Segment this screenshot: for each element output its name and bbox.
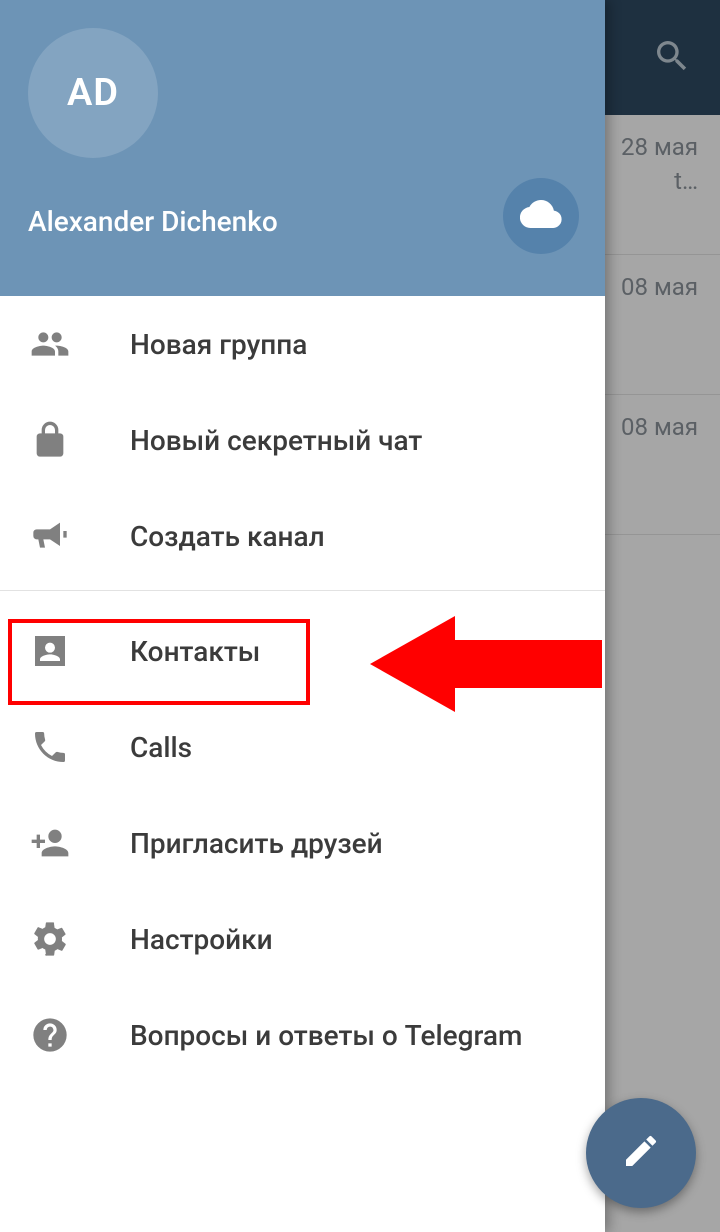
compose-fab[interactable] — [586, 1098, 696, 1208]
contact-icon — [30, 631, 130, 671]
menu-settings[interactable]: Настройки — [0, 891, 605, 987]
gear-icon — [30, 919, 130, 959]
group-icon — [30, 324, 130, 364]
pencil-icon — [621, 1131, 661, 1175]
menu-divider — [0, 590, 605, 591]
navigation-drawer: AD Alexander Dichenko Новая группа Новый… — [0, 0, 605, 1232]
drawer-header: AD Alexander Dichenko — [0, 0, 605, 296]
person-add-icon — [30, 823, 130, 863]
drawer-menu: Новая группа Новый секретный чат Создать… — [0, 296, 605, 1232]
menu-secret-chat[interactable]: Новый секретный чат — [0, 392, 605, 488]
avatar-initials: AD — [67, 71, 119, 115]
menu-label: Создать канал — [130, 520, 325, 553]
menu-label: Пригласить друзей — [130, 827, 383, 860]
lock-icon — [30, 420, 130, 460]
menu-label: Настройки — [130, 923, 273, 956]
menu-contacts[interactable]: Контакты — [0, 603, 605, 699]
menu-new-group[interactable]: Новая группа — [0, 296, 605, 392]
account-name: Alexander Dichenko — [28, 205, 278, 238]
menu-faq[interactable]: Вопросы и ответы о Telegram — [0, 987, 605, 1083]
menu-label: Новая группа — [130, 328, 307, 361]
avatar[interactable]: AD — [28, 28, 158, 158]
saved-messages-button[interactable] — [503, 178, 579, 254]
menu-calls[interactable]: Calls — [0, 699, 605, 795]
menu-label: Calls — [130, 731, 192, 764]
help-icon — [30, 1015, 130, 1055]
menu-invite-friends[interactable]: Пригласить друзей — [0, 795, 605, 891]
menu-new-channel[interactable]: Создать канал — [0, 488, 605, 584]
menu-label: Вопросы и ответы о Telegram — [130, 1019, 522, 1052]
cloud-icon — [520, 193, 562, 239]
megaphone-icon — [30, 516, 130, 556]
menu-label: Контакты — [130, 635, 260, 668]
phone-icon — [30, 727, 130, 767]
menu-label: Новый секретный чат — [130, 424, 422, 457]
